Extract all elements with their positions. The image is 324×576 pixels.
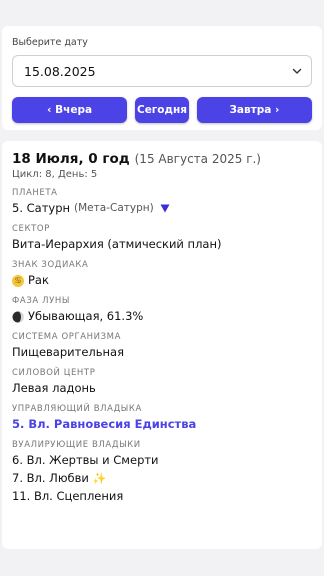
ruling-lord-label: УПРАВЛЯЮЩИЙ ВЛАДЫКА (12, 404, 142, 414)
organ-system-label: СИСТЕМА ОРГАНИЗМА (12, 332, 122, 342)
ruling-lord-link[interactable]: 5. Вл. Равновесия Единства (12, 417, 312, 432)
dual-lord-item: 7. Вл. Любви (12, 471, 89, 485)
waning-moon-icon (12, 311, 24, 322)
sparkles-icon: ✨ (92, 472, 107, 485)
prev-day-button[interactable]: ‹ Вчера (12, 97, 128, 123)
organ-system-section: СИСТЕМА ОРГАНИЗМА Пищеварительная (12, 331, 312, 360)
date-label: Выберите дату (12, 37, 88, 48)
zodiac-label: ЗНАК ЗОДИАКА (12, 260, 89, 270)
dual-lord-item: 11. Вл. Сцепления (12, 489, 124, 503)
sector-section: СЕКТОР Вита-Иерархия (атмический план) (12, 223, 312, 252)
day-title: 18 Июля, 0 год (15 Августа 2025 г.) (12, 151, 312, 167)
date-select[interactable]: 15.08.2025 (12, 55, 312, 87)
planet-section: ПЛАНЕТА 5. Сатурн (Мета-Сатурн) (12, 187, 312, 216)
chevron-down-icon (292, 68, 302, 74)
next-day-button[interactable]: Завтра › (196, 97, 312, 123)
date-picker-card: Выберите дату 15.08.2025 ‹ Вчера Сегодня… (2, 26, 322, 130)
power-center-value: Левая ладонь (12, 381, 96, 395)
sector-value: Вита-Иерархия (атмический план) (12, 237, 222, 251)
sector-label: СЕКТОР (12, 224, 50, 234)
planet-label: ПЛАНЕТА (12, 188, 58, 198)
dual-lord-item: 6. Вл. Жертвы и Смерти (12, 453, 159, 467)
selected-date: 15.08.2025 (24, 63, 96, 79)
dual-lords-label: ВУАЛИРУЮЩИЕ ВЛАДЫКИ (12, 440, 141, 450)
calendar-date: 18 Июля, 0 год (12, 151, 130, 167)
moon-value: Убывающая, 61.3% (28, 309, 144, 323)
today-button[interactable]: Сегодня (135, 97, 189, 123)
moon-label: ФАЗА ЛУНЫ (12, 296, 70, 306)
zodiac-section: ЗНАК ЗОДИАКА ♋ Рак (12, 259, 312, 288)
dual-lords-section: ВУАЛИРУЮЩИЕ ВЛАДЫКИ 6. Вл. Жертвы и Смер… (12, 439, 312, 504)
triangle-down-icon (160, 204, 170, 213)
cancer-zodiac-icon: ♋ (12, 274, 24, 287)
planet-extra: (Мета-Сатурн) (74, 202, 154, 214)
ruling-lord-section: УПРАВЛЯЮЩИЙ ВЛАДЫКА 5. Вл. Равновесия Ед… (12, 403, 312, 432)
power-center-section: СИЛОВОЙ ЦЕНТР Левая ладонь (12, 367, 312, 396)
power-center-label: СИЛОВОЙ ЦЕНТР (12, 368, 96, 378)
organ-system-value: Пищеварительная (12, 345, 125, 359)
day-info-card: 18 Июля, 0 год (15 Августа 2025 г.) Цикл… (2, 141, 322, 549)
moon-section: ФАЗА ЛУНЫ Убывающая, 61.3% (12, 295, 312, 324)
cycle-info: Цикл: 8, День: 5 (12, 169, 98, 180)
zodiac-value: Рак (28, 273, 49, 287)
gregorian-date: (15 Августа 2025 г.) (134, 152, 261, 166)
planet-value: 5. Сатурн (12, 201, 71, 215)
